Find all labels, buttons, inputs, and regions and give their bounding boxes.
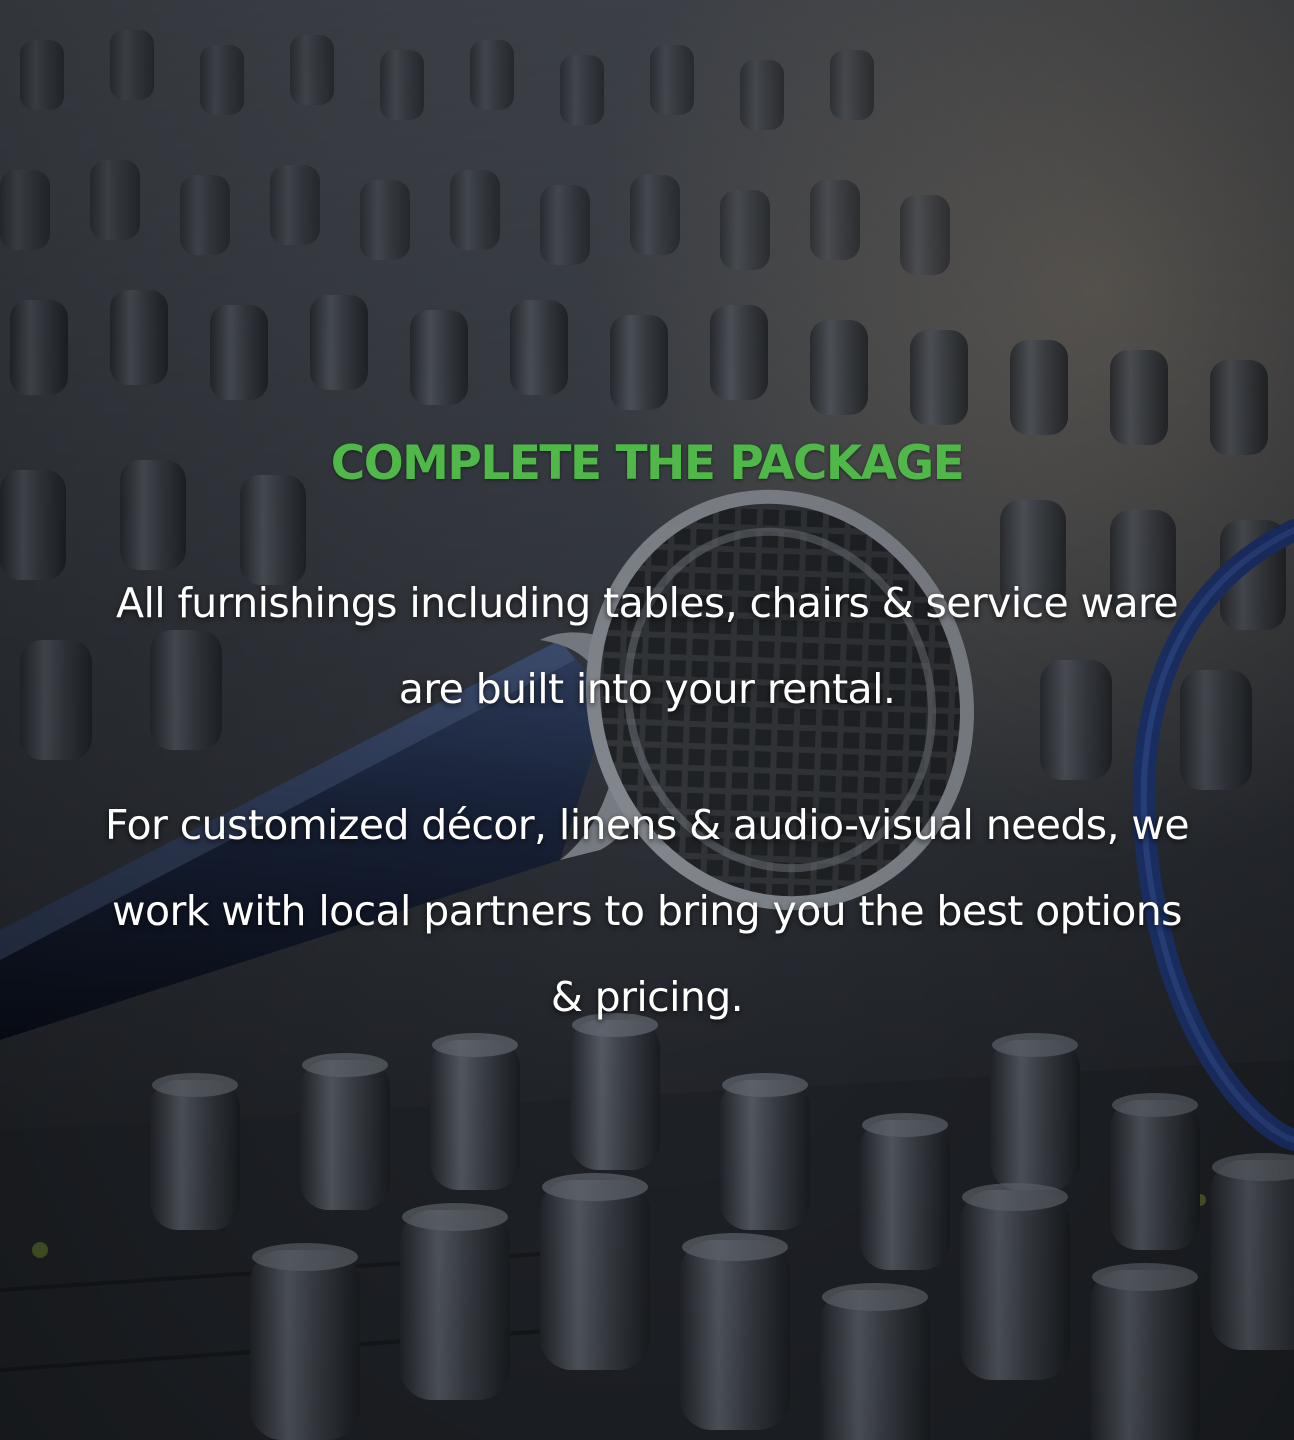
furnishings-paragraph: All furnishings including tables, chairs… bbox=[116, 579, 1179, 713]
section-heading: COMPLETE THE PACKAGE bbox=[330, 436, 965, 491]
hero-section: COMPLETE THE PACKAGE All furnishings inc… bbox=[0, 0, 1294, 1440]
partners-paragraph: For customized décor, linens & audio-vis… bbox=[105, 801, 1190, 1021]
